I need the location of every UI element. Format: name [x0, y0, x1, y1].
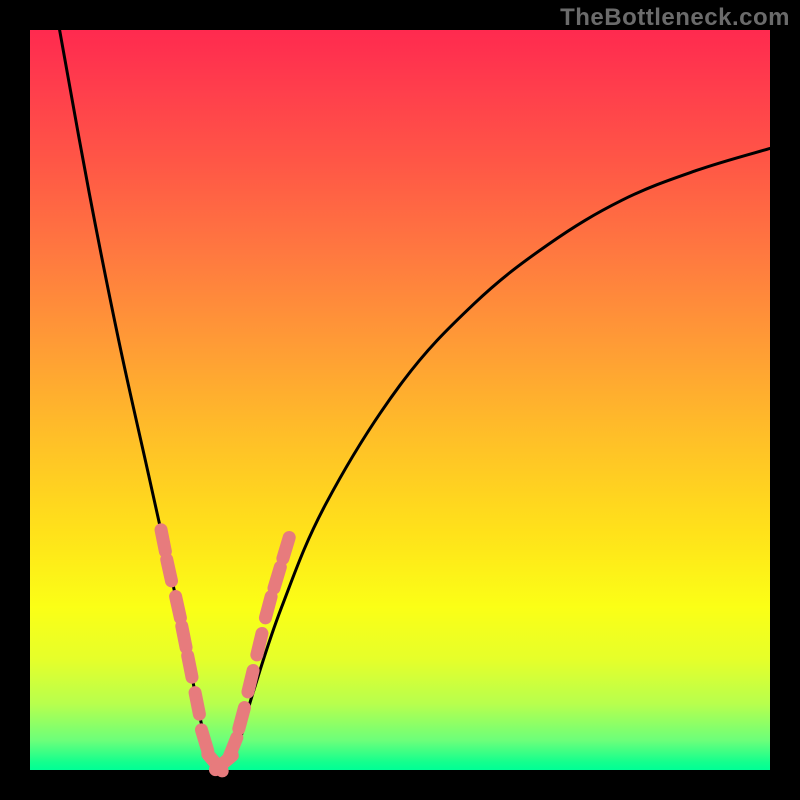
chart-frame: TheBottleneck.com — [0, 0, 800, 800]
highlight-marker — [195, 693, 199, 715]
highlight-marker — [201, 730, 207, 751]
highlight-marker — [161, 530, 165, 552]
highlight-marker — [265, 597, 271, 618]
highlight-marker — [188, 656, 192, 678]
highlight-marker — [182, 626, 186, 648]
highlight-marker — [176, 596, 181, 617]
watermark-text: TheBottleneck.com — [560, 4, 790, 32]
curve-layer — [30, 30, 770, 770]
bottleneck-curve — [60, 30, 770, 763]
highlight-marker — [229, 738, 237, 758]
highlight-marker — [274, 567, 280, 588]
highlight-marker — [167, 559, 172, 580]
plot-area — [30, 30, 770, 770]
highlight-marker — [257, 634, 262, 655]
highlight-marker — [283, 537, 289, 558]
highlight-marker — [239, 708, 245, 729]
highlight-marker — [248, 671, 253, 692]
highlight-markers — [161, 530, 289, 771]
